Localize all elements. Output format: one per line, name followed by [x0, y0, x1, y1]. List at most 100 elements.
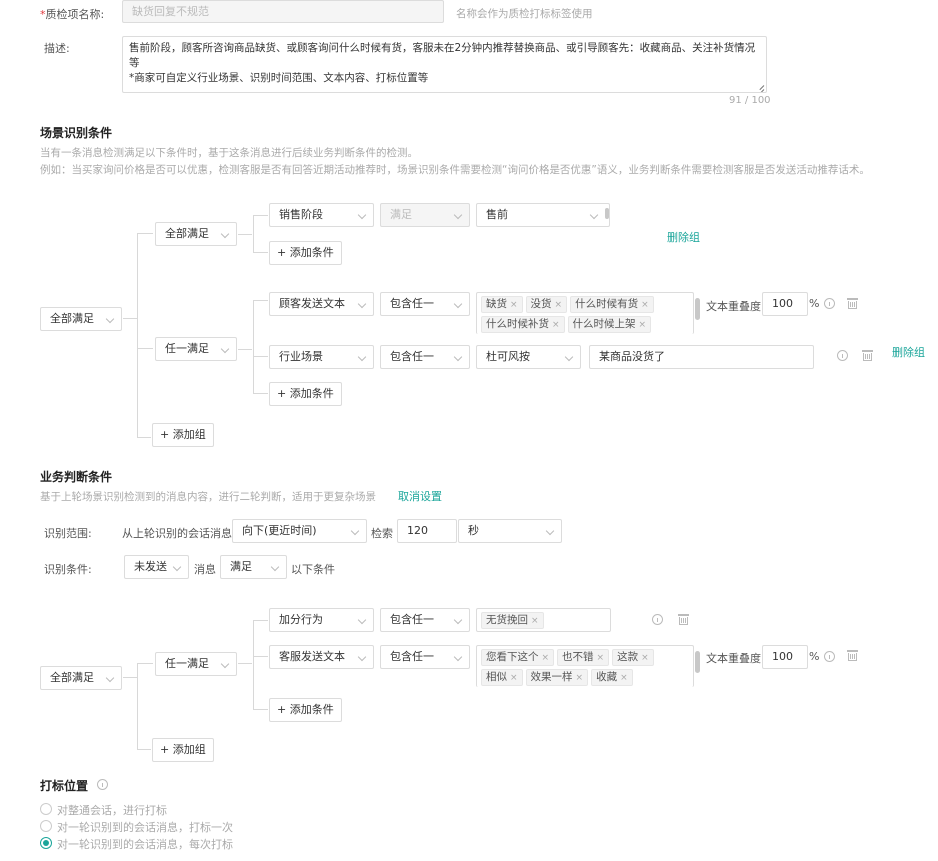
business-title: 业务判断条件: [40, 470, 113, 484]
scene-g1-value-select[interactable]: 售前: [476, 203, 610, 227]
select-value: 顾客发送文本: [279, 297, 345, 310]
close-icon[interactable]: ×: [576, 673, 584, 683]
name-input[interactable]: 缺货回复不规范: [122, 0, 444, 23]
scene-g1-field-select[interactable]: 销售阶段: [269, 203, 374, 227]
radio-once[interactable]: [40, 820, 52, 832]
tree-line: [253, 356, 268, 357]
select-value: 全部满足: [50, 671, 94, 684]
info-icon[interactable]: [824, 298, 835, 309]
tag: 什么时候补货 ×: [481, 316, 565, 333]
scene-g1-add-condition-button[interactable]: + 添加条件: [269, 241, 342, 265]
range-value-input[interactable]: 120: [397, 519, 457, 543]
scrollbar[interactable]: [695, 298, 700, 320]
business-c2-op-select[interactable]: 包含任一: [380, 645, 470, 669]
scene-g2-c2-industry-select[interactable]: 杜可风按: [476, 345, 581, 369]
close-icon[interactable]: ×: [641, 300, 649, 310]
business-add-condition-button[interactable]: + 添加条件: [269, 698, 342, 722]
scene-g2-c1-field-select[interactable]: 顾客发送文本: [269, 292, 374, 316]
tag-text: 收藏: [596, 671, 618, 683]
scene-g1-op-select[interactable]: 满足: [380, 203, 470, 227]
business-add-group-button[interactable]: + 添加组: [152, 738, 214, 762]
select-value: 包含任一: [390, 613, 434, 626]
tag-text: 什么时候有货: [575, 298, 639, 310]
scene-g2-c2-text-input[interactable]: 某商品没货了: [589, 345, 814, 369]
trash-icon[interactable]: [678, 613, 689, 625]
tag-text: 什么时候上架: [572, 318, 636, 330]
chevron-down-icon: [453, 652, 463, 662]
tree-line: [253, 215, 268, 216]
chevron-down-icon: [220, 344, 230, 354]
tree-line: [253, 709, 268, 710]
business-root-logic-select[interactable]: 全部满足: [40, 666, 122, 690]
range-direction-select[interactable]: 向下(更近时间): [232, 519, 367, 543]
marking-title: 打标位置: [40, 779, 89, 793]
scene-overlap-input[interactable]: 100: [762, 292, 808, 316]
business-c2-tag-input[interactable]: 您看下这个 × 也不错 × 这款 ×相似 × 效果一样 × 收藏 ×: [476, 645, 694, 687]
business-c1-op-select[interactable]: 包含任一: [380, 608, 470, 632]
tree-line: [123, 318, 137, 319]
scrollbar[interactable]: [695, 651, 700, 673]
radio-every-time[interactable]: [40, 837, 52, 849]
select-value: 全部满足: [165, 227, 209, 240]
cancel-setting-link[interactable]: 取消设置: [398, 488, 442, 504]
scene-g2-delete-group-link[interactable]: 删除组: [892, 344, 925, 360]
select-value: 向下(更近时间): [242, 524, 317, 537]
tree-line: [253, 300, 268, 301]
tag: 没货 ×: [525, 296, 568, 313]
select-value: 加分行为: [279, 613, 323, 626]
scene-g2-c2-op-select[interactable]: 包含任一: [380, 345, 470, 369]
info-icon[interactable]: [837, 350, 848, 361]
scene-add-group-button[interactable]: + 添加组: [152, 423, 214, 447]
business-overlap-input[interactable]: 100: [762, 645, 808, 669]
scene-g2-c1-op-select[interactable]: 包含任一: [380, 292, 470, 316]
radio-label: 对整通会话，进行打标: [57, 804, 167, 817]
business-c2-field-select[interactable]: 客服发送文本: [269, 645, 374, 669]
tag: 这款 ×: [612, 649, 654, 666]
trash-icon[interactable]: [847, 649, 858, 661]
close-icon[interactable]: ×: [552, 320, 560, 330]
scene-g2-c1-tag-input[interactable]: 缺货 × 没货 × 什么时候有货 ×什么时候补货 × 什么时候上架 ×: [476, 292, 694, 334]
close-icon[interactable]: ×: [531, 616, 539, 626]
tag-text: 没货: [530, 298, 552, 310]
select-value: 行业场景: [279, 350, 323, 363]
scene-g2-c2-field-select[interactable]: 行业场景: [269, 345, 374, 369]
scene-group1-logic-select[interactable]: 全部满足: [155, 222, 237, 246]
desc-textarea[interactable]: 售前阶段，顾客所咨询商品缺货、或顾客询问什么时候有货，客服未在2分钟内推荐替换商…: [122, 36, 767, 93]
scene-g1-delete-group-link[interactable]: 删除组: [667, 229, 700, 245]
close-icon[interactable]: ×: [542, 653, 550, 663]
tag-text: 您看下这个: [486, 651, 539, 663]
cond-send-select[interactable]: 未发送: [124, 555, 189, 579]
close-icon[interactable]: ×: [641, 653, 649, 663]
tree-line: [253, 300, 254, 394]
business-c1-field-select[interactable]: 加分行为: [269, 608, 374, 632]
close-icon[interactable]: ×: [510, 300, 518, 310]
trash-icon[interactable]: [847, 297, 858, 309]
close-icon[interactable]: ×: [555, 300, 563, 310]
range-search-label: 检索: [371, 527, 393, 540]
tag: 也不错 ×: [557, 649, 610, 666]
range-unit-select[interactable]: 秒: [458, 519, 562, 543]
info-icon[interactable]: [97, 779, 108, 790]
chevron-down-icon: [357, 652, 367, 662]
close-icon[interactable]: ×: [620, 673, 628, 683]
info-icon[interactable]: [652, 614, 663, 625]
cond-match-select[interactable]: 满足: [220, 555, 287, 579]
scrollbar[interactable]: [605, 208, 609, 219]
scene-example: 例如：当买家询问价格是否可以优惠，检测客服是否有回答近期活动推荐时，场景识别条件…: [40, 164, 870, 176]
radio-whole-session[interactable]: [40, 803, 52, 815]
scene-group2-logic-select[interactable]: 任一满足: [155, 337, 237, 361]
business-group1-logic-select[interactable]: 任一满足: [155, 652, 237, 676]
scene-g2-add-condition-button[interactable]: + 添加条件: [269, 382, 342, 406]
info-icon[interactable]: [824, 651, 835, 662]
business-c1-tag-input[interactable]: 无货挽回 ×: [476, 608, 611, 632]
chevron-down-icon: [453, 299, 463, 309]
close-icon[interactable]: ×: [510, 673, 518, 683]
close-icon[interactable]: ×: [597, 653, 605, 663]
close-icon[interactable]: ×: [639, 320, 647, 330]
resize-handle-icon[interactable]: [754, 80, 764, 90]
radio-label: 对一轮识别到的会话消息，打标一次: [57, 821, 233, 834]
chevron-down-icon: [220, 229, 230, 239]
scene-root-logic-select[interactable]: 全部满足: [40, 307, 122, 331]
select-value: 任一满足: [165, 657, 209, 670]
trash-icon[interactable]: [862, 349, 873, 361]
